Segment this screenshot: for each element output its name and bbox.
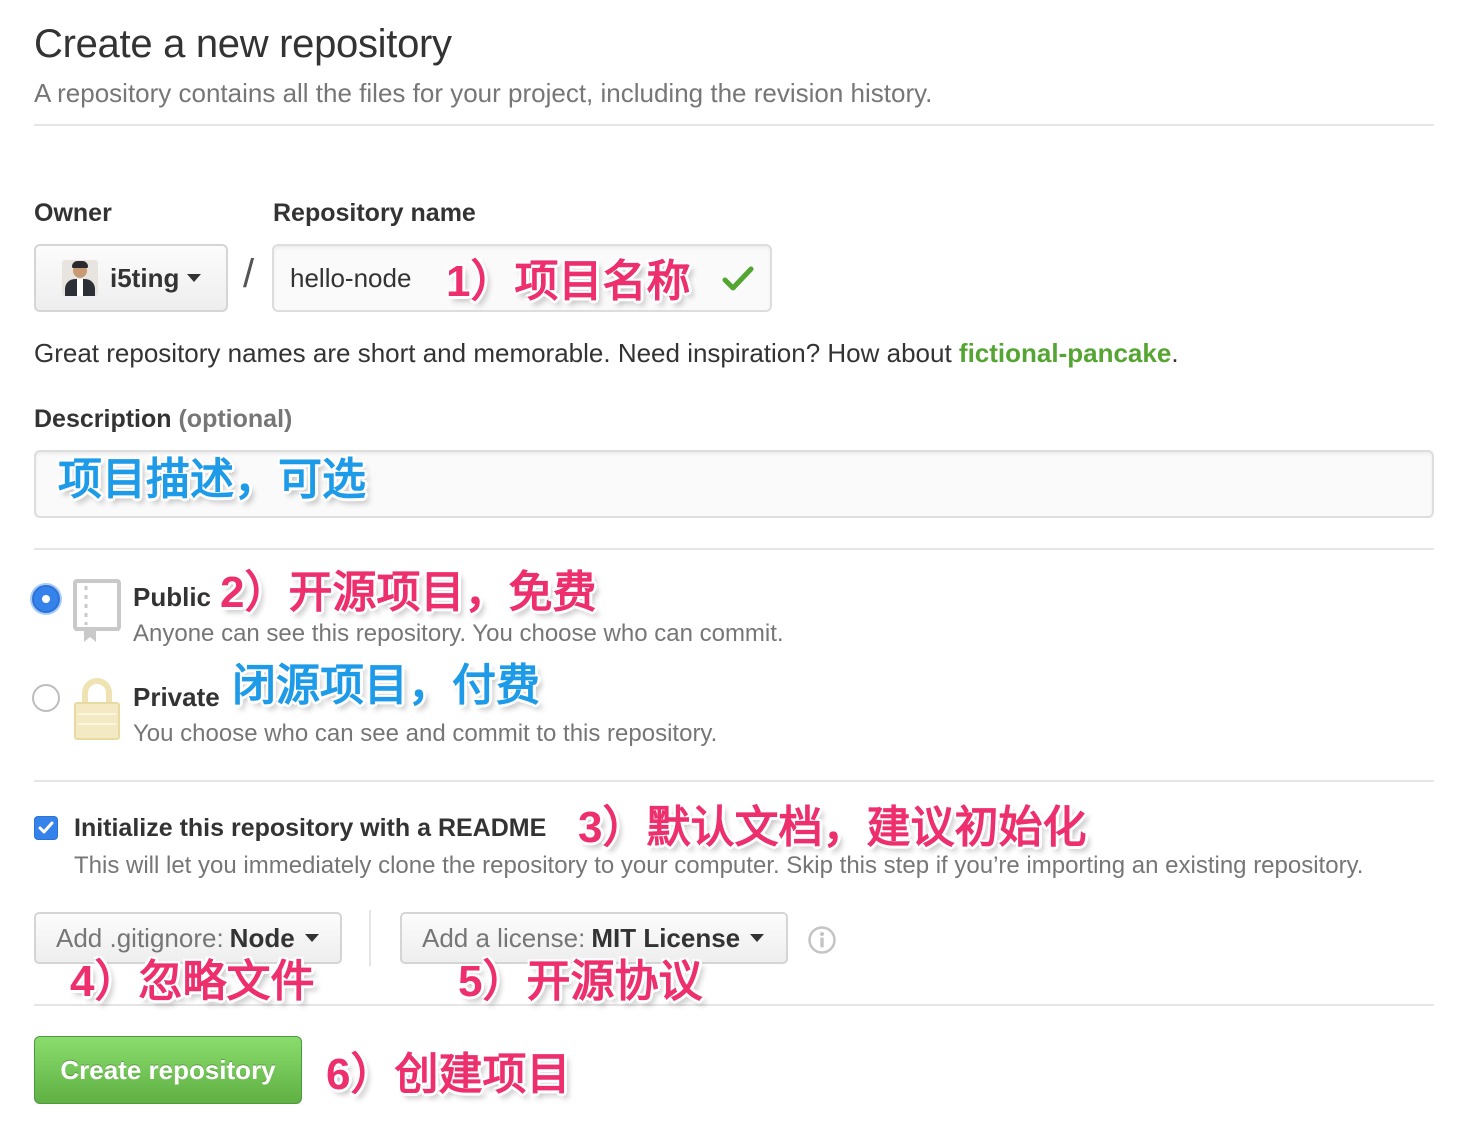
repo-name-hint: Great repository names are short and mem… (34, 338, 1179, 369)
create-repository-button[interactable]: Create repository (34, 1036, 302, 1104)
readme-checkbox[interactable] (34, 816, 58, 840)
owner-dropdown[interactable]: i5ting (34, 244, 228, 312)
optional-tag: (optional) (178, 405, 293, 433)
avatar (62, 260, 98, 296)
gitignore-value: Node (229, 922, 295, 953)
private-radio[interactable] (32, 684, 60, 712)
annotation-readme: 3）默认文档，建议初始化 (578, 803, 1087, 852)
annotation-create: 6）创建项目 (326, 1050, 571, 1099)
hint-text: Great repository names are short and mem… (34, 338, 959, 368)
description-label-text: Description (34, 405, 172, 433)
repo-name-value: hello-node (290, 262, 412, 293)
annotation-gitignore: 4）忽略文件 (70, 957, 315, 1006)
owner-name: i5ting (110, 262, 180, 293)
private-description: You choose who can see and commit to thi… (133, 720, 718, 747)
repo-name-label: Repository name (273, 199, 476, 227)
chevron-down-icon (750, 934, 765, 942)
select-separator (369, 910, 371, 966)
public-description: Anyone can see this repository. You choo… (133, 620, 784, 647)
private-title: Private (133, 682, 220, 712)
page-title: Create a new repository (34, 22, 452, 66)
gitignore-prefix: Add .gitignore: (56, 922, 224, 953)
public-title: Public (133, 582, 212, 612)
check-icon (722, 266, 754, 291)
public-radio[interactable] (32, 585, 60, 613)
lock-icon (74, 678, 120, 740)
hint-end: . (1171, 338, 1179, 368)
annotation-license: 5）开源协议 (458, 957, 703, 1006)
page-subtitle: A repository contains all the files for … (34, 78, 933, 108)
owner-repo-separator: / (243, 252, 255, 296)
readme-label[interactable]: Initialize this repository with a README (74, 814, 546, 843)
annotation-description: 项目描述，可选 (58, 455, 366, 504)
description-label: Description (optional) (34, 405, 292, 434)
visibility-divider-top (34, 548, 1434, 550)
license-value: MIT License (591, 922, 741, 953)
repo-book-icon (73, 579, 121, 642)
checkbox-check-icon (38, 821, 54, 834)
license-prefix: Add a license: (422, 922, 586, 953)
name-suggestion-link[interactable]: fictional-pancake (959, 338, 1171, 368)
header-divider (34, 124, 1434, 126)
visibility-divider-bottom (34, 780, 1434, 782)
annotation-public: 2）开源项目，免费 (220, 568, 597, 617)
owner-label: Owner (34, 199, 112, 227)
info-icon[interactable] (807, 925, 837, 955)
annotation-private: 闭源项目，付费 (232, 661, 540, 710)
chevron-down-icon (304, 934, 319, 942)
chevron-down-icon (187, 274, 202, 282)
annotation-repo-name: 1）项目名称 (446, 257, 691, 306)
readme-description: This will let you immediately clone the … (74, 852, 1364, 879)
